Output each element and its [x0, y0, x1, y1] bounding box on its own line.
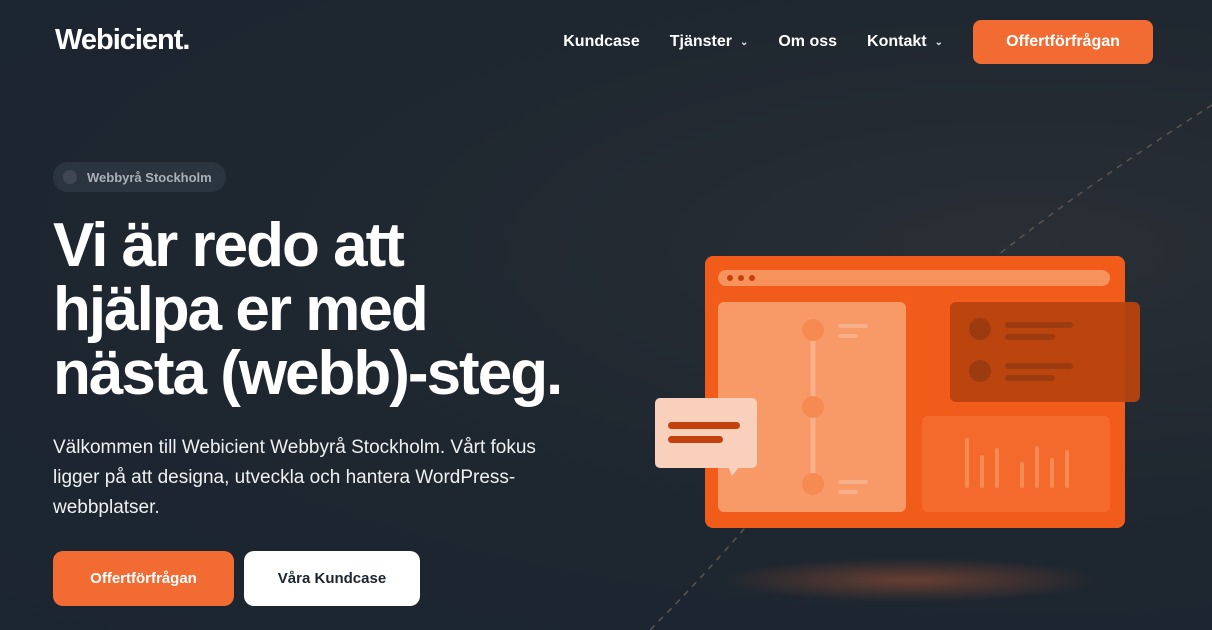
- badge-label: Webbyrå Stockholm: [87, 169, 212, 185]
- case-studies-button[interactable]: Våra Kundcase: [244, 551, 420, 606]
- quote-request-button[interactable]: Offertförfrågan: [53, 551, 234, 606]
- hero-lead-text: Välkommen till Webicient Webbyrå Stockho…: [53, 437, 536, 518]
- chevron-down-icon: ⌄: [934, 36, 943, 48]
- hero-illustration: [655, 256, 1140, 602]
- nav-item-om-oss[interactable]: Om oss: [778, 33, 837, 51]
- hero-headline: Vi är redo att hjälpa er med nästa (webb…: [53, 214, 613, 406]
- dot-icon: [63, 170, 77, 184]
- nav-label: Kundcase: [563, 33, 640, 50]
- logo[interactable]: Webicient.: [55, 24, 190, 57]
- nav-item-tjanster[interactable]: Tjänster ⌄: [670, 33, 749, 51]
- main-nav: Kundcase Tjänster ⌄ Om oss Kontakt ⌄ Offer…: [563, 20, 1153, 64]
- chevron-down-icon: ⌄: [739, 36, 749, 48]
- nav-label: Kontakt: [867, 33, 927, 50]
- nav-label: Tjänster: [669, 33, 732, 50]
- nav-item-kundcase[interactable]: Kundcase: [563, 33, 639, 51]
- hero-badge: Webbyrå Stockholm: [53, 162, 226, 192]
- header-cta-button[interactable]: Offertförfrågan: [973, 20, 1153, 64]
- nav-label: Om oss: [778, 33, 838, 50]
- nav-item-kontakt[interactable]: Kontakt ⌄: [867, 33, 943, 51]
- headline-line: Vi är redo att: [53, 211, 405, 280]
- headline-line: hjälpa er med: [53, 275, 429, 344]
- headline-line: nästa (webb)-steg.: [53, 339, 563, 408]
